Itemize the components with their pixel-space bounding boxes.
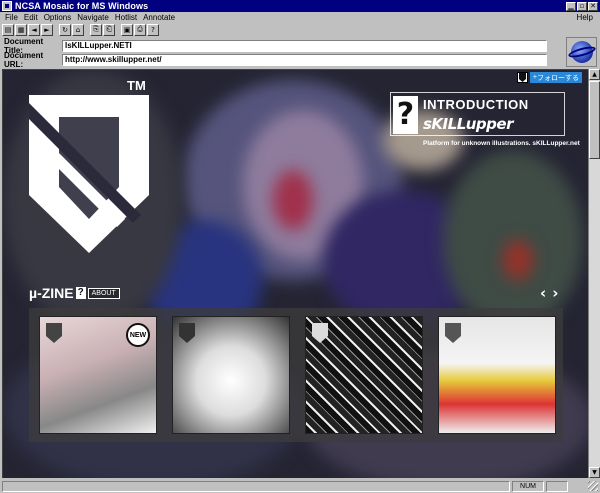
skillupper-mini-icon <box>46 323 62 343</box>
close-button[interactable]: ✕ <box>588 1 598 11</box>
document-title-row: Document Title: lsKILLupper.NETI <box>4 37 547 55</box>
scroll-thumb[interactable] <box>589 81 600 159</box>
skillupper-mini-icon <box>445 323 461 343</box>
about-button[interactable]: ABOUT <box>87 287 120 299</box>
scroll-up-icon[interactable]: ▲ <box>589 69 600 80</box>
next-arrow-icon[interactable]: › <box>552 284 558 302</box>
status-text <box>2 480 510 492</box>
carousel-arrows: ‹ › <box>540 284 558 302</box>
question-mark-icon: ? <box>393 96 418 134</box>
trademark-mark: TM <box>127 78 146 93</box>
menu-edit[interactable]: Edit <box>21 13 41 22</box>
globe-icon[interactable] <box>566 37 597 67</box>
num-lock-indicator: NUM <box>512 480 544 492</box>
uzine-title: µ-ZINE <box>29 285 74 301</box>
menu-file[interactable]: File <box>2 13 21 22</box>
window-controls: ▁ ▫ ✕ <box>566 1 598 11</box>
skillupper-logo-icon[interactable] <box>25 95 153 255</box>
print-icon[interactable]: ⎙ <box>134 23 146 36</box>
menu-bar: File Edit Options Navigate Hotlist Annot… <box>0 12 600 23</box>
skillupper-mini-icon[interactable] <box>516 72 528 83</box>
minimize-button[interactable]: ▁ <box>566 1 576 11</box>
uzine-header: µ-ZINE ? ABOUT <box>29 285 120 301</box>
menu-help[interactable]: Help <box>574 13 596 22</box>
open-icon[interactable]: ▤ <box>2 23 14 36</box>
uzine-question-icon: ? <box>75 287 86 299</box>
brand-logotype: sKILLupper <box>423 115 513 133</box>
vertical-scrollbar[interactable]: ▲ ▼ <box>588 69 600 478</box>
document-url-field[interactable]: http://www.skillupper.net/ <box>62 54 547 66</box>
document-title-field[interactable]: lsKILLupper.NETI <box>62 40 547 52</box>
follow-button[interactable]: + フォローする <box>529 72 582 83</box>
menu-annotate[interactable]: Annotate <box>140 13 178 22</box>
menu-navigate[interactable]: Navigate <box>74 13 112 22</box>
maximize-button[interactable]: ▫ <box>577 1 587 11</box>
menu-options[interactable]: Options <box>41 13 75 22</box>
follow-label: フォローする <box>537 74 579 82</box>
new-badge: NEW <box>126 323 150 347</box>
document-url-label: Document URL: <box>4 51 44 69</box>
help-icon[interactable]: ? <box>147 23 159 36</box>
introduction-banner[interactable]: ? INTRODUCTION sKILLupper <box>390 92 565 136</box>
status-extra <box>546 480 568 492</box>
title-bar: NCSA Mosaic for MS Windows ▁ ▫ ✕ <box>0 0 600 12</box>
uzine-thumbnail-1[interactable]: NEW <box>39 316 157 434</box>
uzine-carousel: NEW <box>29 308 563 442</box>
forward-icon[interactable]: ► <box>41 23 53 36</box>
resize-grip-icon[interactable] <box>588 481 598 491</box>
back-icon[interactable]: ◄ <box>28 23 40 36</box>
document-url-row: Document URL: http://www.skillupper.net/ <box>4 51 547 69</box>
prev-arrow-icon[interactable]: ‹ <box>540 284 546 302</box>
reload-icon[interactable]: ↻ <box>59 23 71 36</box>
introduction-title: INTRODUCTION <box>423 97 529 112</box>
copy-icon[interactable]: ⎘ <box>90 23 102 36</box>
app-icon[interactable] <box>2 1 12 11</box>
toolbar: ▤ ▦ ◄ ► ↻ ⌂ ⎘ ⎗ ▣ ⎙ ? <box>2 23 159 36</box>
menu-hotlist[interactable]: Hotlist <box>112 13 140 22</box>
uzine-thumbnail-2[interactable] <box>172 316 290 434</box>
follow-widget: + フォローする <box>516 72 582 83</box>
save-icon[interactable]: ▦ <box>15 23 27 36</box>
status-bar: NUM <box>0 479 600 493</box>
tagline: Platform for unknown illustrations. sKIL… <box>423 140 580 147</box>
uzine-thumbnail-3[interactable] <box>305 316 423 434</box>
window-title: NCSA Mosaic for MS Windows <box>15 1 149 11</box>
load-images-icon[interactable]: ▣ <box>121 23 133 36</box>
content-viewport[interactable]: TM + フォローする ? INTRODUCTION sKILLupper Pl… <box>2 69 588 478</box>
uzine-thumbnail-4[interactable] <box>438 316 556 434</box>
skillupper-mini-icon <box>312 323 328 343</box>
skillupper-mini-icon <box>179 323 195 343</box>
scroll-down-icon[interactable]: ▼ <box>589 467 600 478</box>
home-icon[interactable]: ⌂ <box>72 23 84 36</box>
paste-icon[interactable]: ⎗ <box>103 23 115 36</box>
